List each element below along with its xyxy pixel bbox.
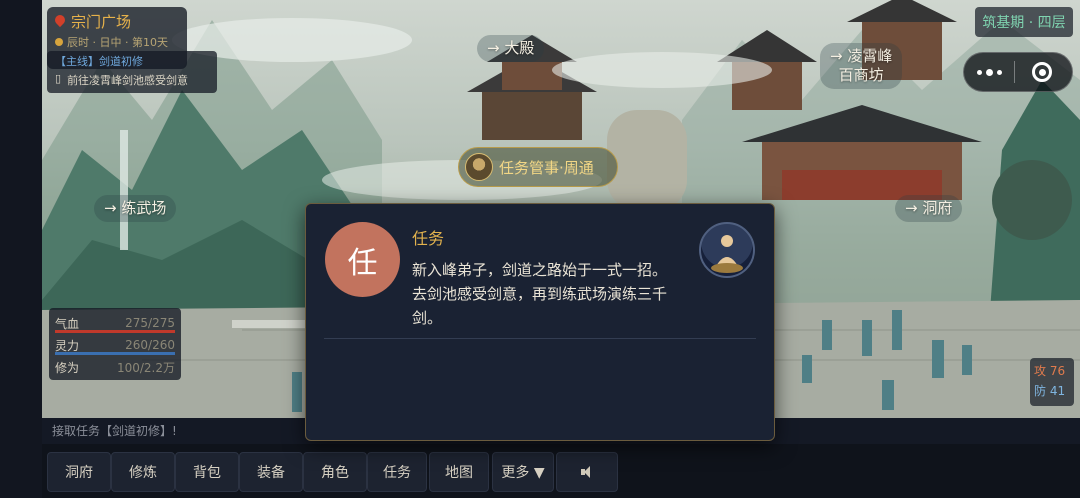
- npc-label: 任务管事·周通: [499, 158, 594, 177]
- quest-objective: 前往凌霄峰剑池感受剑意: [67, 74, 189, 87]
- defense-value: 防 41: [1034, 384, 1066, 398]
- close-target-icon[interactable]: [1015, 53, 1069, 91]
- menu-cultivate-button[interactable]: 修炼: [111, 452, 175, 492]
- dialog-title: 任务: [412, 229, 445, 248]
- menu-task-button[interactable]: 任务: [367, 452, 427, 492]
- attack-value: 攻 76: [1034, 364, 1066, 378]
- mp-row: 灵力 260/260: [55, 334, 175, 356]
- menu-map-button[interactable]: 地图: [429, 452, 489, 492]
- sun-icon: [55, 38, 63, 46]
- main-quest-tracker[interactable]: 【主线】剑道初修 ▯ 前往凌霄峰剑池感受剑意: [47, 51, 217, 93]
- meditating-cultivator-icon: [699, 222, 755, 278]
- miniprogram-capsule: [963, 52, 1073, 92]
- task-dialog[interactable]: 任 任务 新入峰弟子，剑道之路始于一式一招。去剑池感受剑意，再到练武场演练三千剑…: [305, 203, 775, 441]
- left-edge-strip: [0, 0, 42, 498]
- menu-character-button[interactable]: 角色: [303, 452, 367, 492]
- location-name: 宗门广场: [71, 13, 132, 31]
- combat-stats-panel: 攻 76 防 41: [1030, 358, 1074, 406]
- more-dots-icon[interactable]: [964, 53, 1014, 91]
- cultivation-value: 100/2.2万: [116, 360, 175, 375]
- bottom-menu: 洞府 修炼 背包 装备 角色 任务 地图 更多 ▼: [42, 444, 1080, 498]
- nav-training-ground[interactable]: → 练武场: [94, 195, 177, 222]
- speaker-icon: [580, 465, 594, 479]
- npc-avatar: [465, 153, 493, 181]
- hp-label: 气血: [55, 316, 80, 331]
- mp-label: 灵力: [55, 338, 80, 353]
- nav-cave-dwelling[interactable]: → 洞府: [895, 195, 963, 222]
- bullet-icon: ▯: [55, 72, 62, 85]
- map-pin-icon: [55, 15, 65, 29]
- menu-cave-button[interactable]: 洞府: [47, 452, 111, 492]
- mp-bar-fill: [55, 352, 175, 355]
- dialog-divider: [324, 338, 756, 339]
- quest-tag: 【主线】剑道初修: [55, 55, 143, 68]
- menu-more-button[interactable]: 更多 ▼: [492, 452, 554, 492]
- cultivation-label: 修为: [55, 360, 80, 375]
- stat-panel: 气血 275/275 灵力 260/260 修为 100/2.2万: [49, 308, 181, 380]
- nav-lingxiao-peak-line1: → 凌霄峰: [830, 47, 893, 65]
- realm-badge: 筑基期 · 四层: [975, 7, 1073, 37]
- dialog-text: 新入峰弟子，剑道之路始于一式一招。去剑池感受剑意，再到练武场演练三千剑。: [412, 261, 668, 327]
- sound-toggle-button[interactable]: [556, 452, 618, 492]
- menu-bag-button[interactable]: 背包: [175, 452, 239, 492]
- npc-task-manager-button[interactable]: 任务管事·周通: [458, 147, 618, 187]
- nav-main-hall[interactable]: → 大殿: [477, 35, 545, 62]
- cultivation-row: 修为 100/2.2万: [55, 356, 175, 378]
- task-seal: 任: [325, 222, 400, 297]
- nav-lingxiao-peak[interactable]: → 凌霄峰 百商坊: [820, 43, 903, 89]
- mp-value: 260/260: [125, 338, 175, 352]
- menu-equipment-button[interactable]: 装备: [239, 452, 303, 492]
- hp-value: 275/275: [125, 316, 175, 330]
- hp-bar-fill: [55, 330, 175, 333]
- nav-lingxiao-peak-line2: 百商坊: [838, 66, 884, 84]
- hp-row: 气血 275/275: [55, 312, 175, 334]
- game-time: 辰时 · 日中 · 第10天: [67, 36, 168, 49]
